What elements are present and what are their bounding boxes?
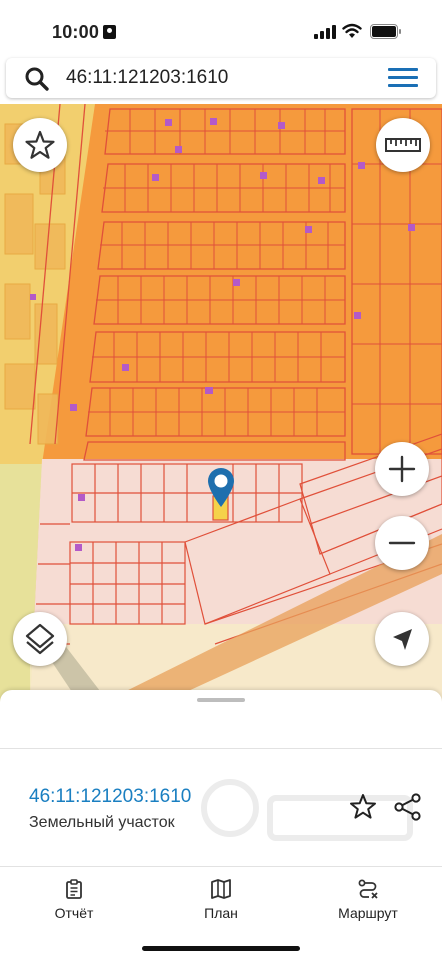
layers-icon — [25, 623, 55, 655]
object-type-label: Земельный участок — [29, 814, 175, 831]
locate-button[interactable] — [375, 612, 429, 666]
cellular-signal-icon — [314, 25, 338, 39]
zoom-out-button[interactable] — [375, 516, 429, 570]
search-bar[interactable]: 46:11:121203:1610 — [6, 58, 436, 98]
route-icon — [358, 879, 378, 899]
search-icon[interactable] — [24, 66, 50, 92]
tab-label: Отчёт — [54, 905, 94, 921]
search-input[interactable]: 46:11:121203:1610 — [66, 67, 228, 89]
divider — [0, 748, 442, 749]
hamburger-menu-icon[interactable] — [388, 68, 418, 88]
zoom-in-button[interactable] — [375, 442, 429, 496]
location-pin-icon — [208, 468, 234, 507]
layers-button[interactable] — [13, 612, 67, 666]
contact-badge-icon — [103, 25, 116, 39]
measure-button[interactable] — [376, 118, 430, 172]
locate-arrow-icon — [393, 629, 412, 650]
tab-report[interactable]: Отчёт — [14, 878, 134, 928]
cadastral-map[interactable] — [0, 104, 442, 704]
battery-icon — [370, 24, 401, 39]
tab-plan[interactable]: План — [161, 878, 281, 928]
favorite-star-icon — [25, 130, 55, 159]
zoom-in-icon — [388, 455, 416, 483]
wifi-icon — [342, 23, 362, 38]
cadastral-number-link[interactable]: 46:11:121203:1610 — [29, 786, 191, 808]
tab-label: Маршрут — [338, 905, 398, 921]
status-bar: 10:00 — [0, 0, 442, 58]
ruler-icon — [385, 138, 421, 152]
tab-label: План — [204, 905, 238, 921]
tab-route[interactable]: Маршрут — [308, 878, 428, 928]
home-indicator — [142, 946, 300, 951]
zoom-out-icon — [388, 541, 416, 545]
favorite-button[interactable] — [13, 118, 67, 172]
watermark-logo — [201, 779, 413, 841]
clipboard-icon — [66, 879, 82, 899]
status-time: 10:00 — [52, 22, 100, 42]
map-icon — [211, 879, 231, 899]
sheet-drag-handle[interactable] — [197, 698, 245, 702]
